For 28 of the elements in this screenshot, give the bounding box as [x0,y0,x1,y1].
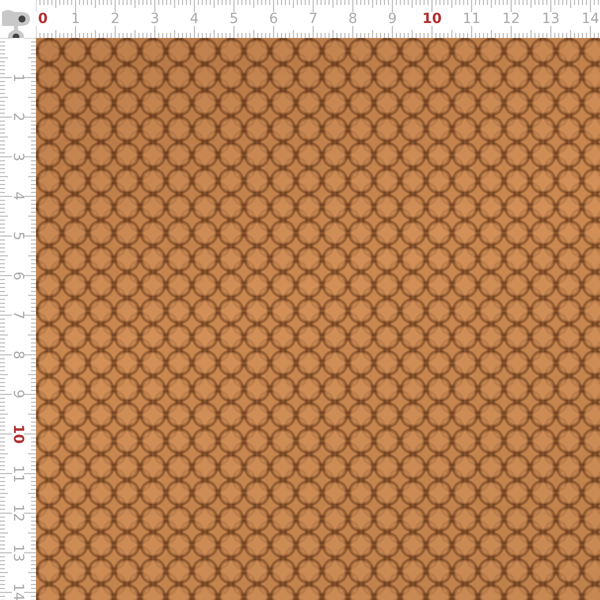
ruler-number: 14 [581,10,600,28]
ruler-number: 6 [269,10,278,28]
ruler-number: 2 [9,112,27,122]
ruler-number: 12 [9,504,27,522]
ruler-number: 8 [348,10,358,28]
ruler-number: 11 [9,464,27,482]
ruler-number: 13 [9,544,27,562]
ruler-number: 3 [9,152,27,162]
ruler-number: 10 [422,10,442,28]
ruler-number: 6 [9,271,27,280]
ruler-number: 5 [230,10,238,28]
ruler-number: 9 [388,10,397,28]
ruler-number: 9 [9,390,27,399]
ruler-number: 2 [110,10,120,28]
ruler-number: 4 [190,10,199,28]
ruler-number: 11 [462,10,480,28]
ruler-number: 0 [38,10,48,28]
ruler-number: 7 [9,310,27,320]
ruler-number: 7 [308,10,318,28]
ruler-number: 3 [150,10,160,28]
ruler-number: 5 [9,232,27,240]
ruler-number: 4 [9,192,27,201]
ruler-number: 1 [9,73,27,82]
ruler-number: 10 [9,424,27,444]
ruler-number: 1 [71,10,80,28]
ruler-number: 13 [542,10,560,28]
ruler-number: 12 [502,10,520,28]
ruler-number: 8 [9,350,27,360]
